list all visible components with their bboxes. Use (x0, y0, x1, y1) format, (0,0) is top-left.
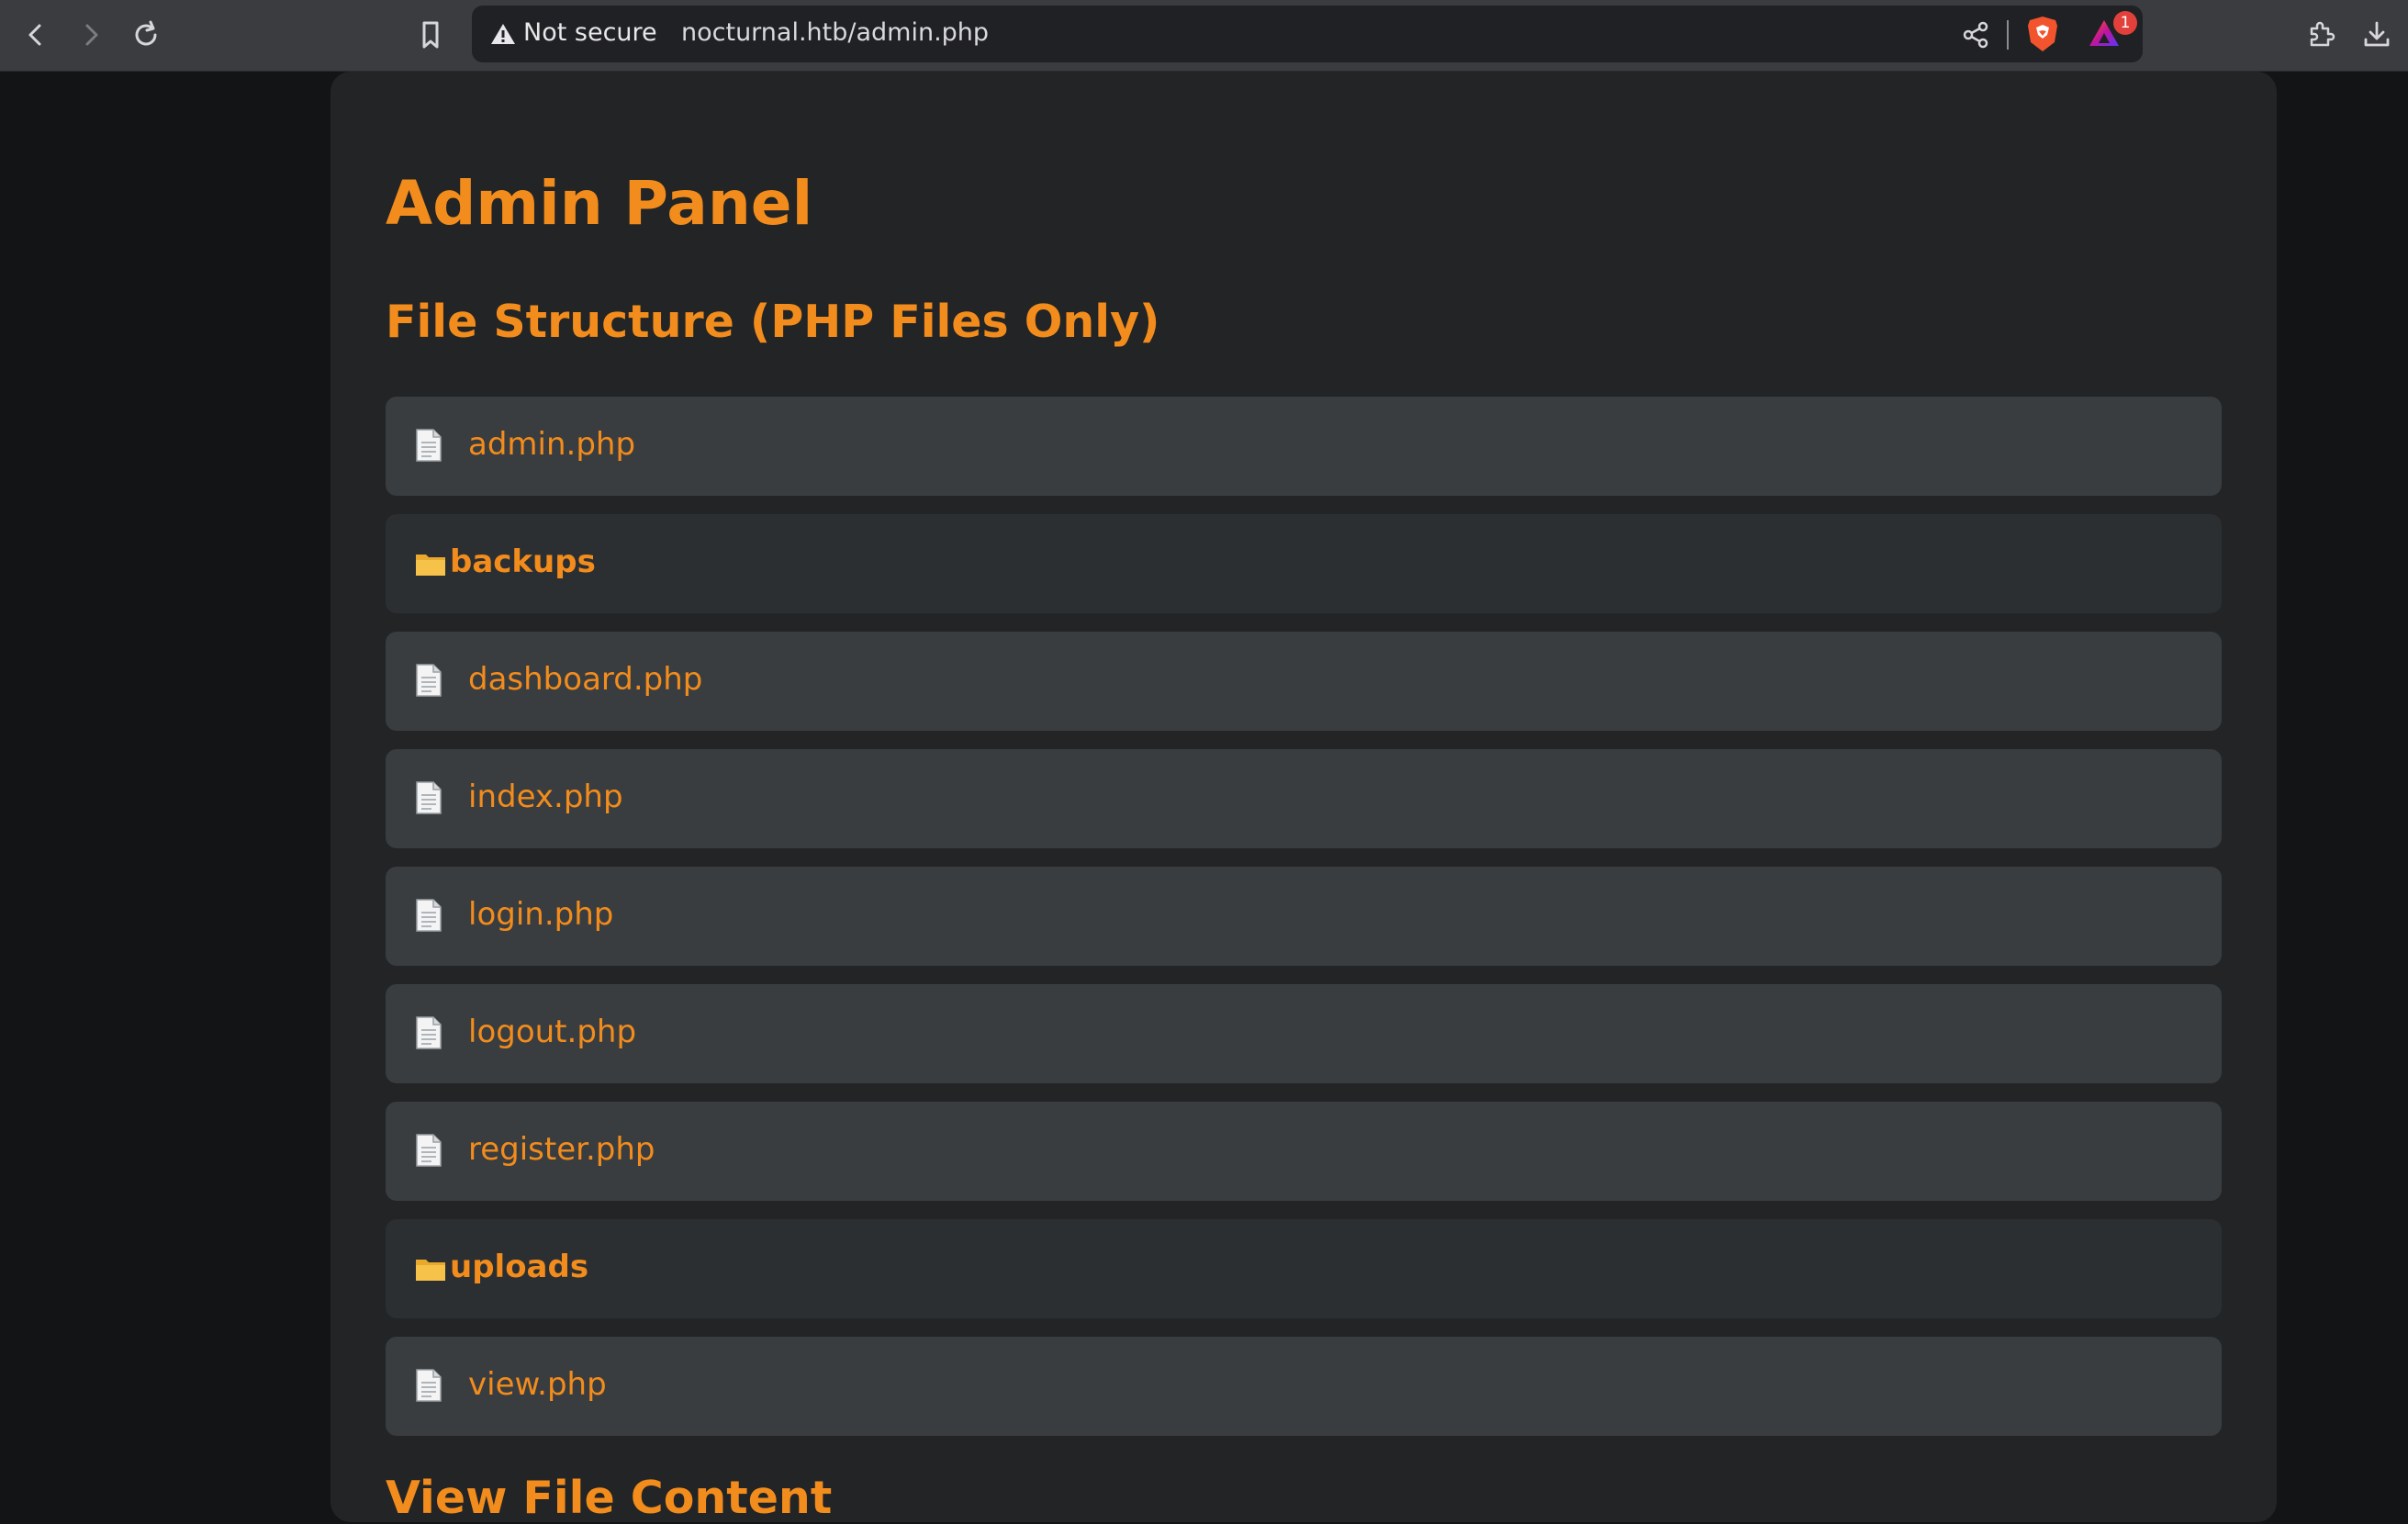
address-bar[interactable]: Not secure nocturnal.htb/admin.php 1 (472, 6, 2143, 62)
rewards-badge: 1 (2113, 11, 2137, 35)
file-link-view[interactable]: view.php (468, 1366, 607, 1403)
folder-label-backups[interactable]: backups (450, 543, 596, 580)
file-row-view[interactable]: view.php (386, 1337, 2222, 1436)
file-row-index[interactable]: index.php (386, 749, 2222, 848)
file-icon (416, 1134, 442, 1167)
browser-toolbar: Not secure nocturnal.htb/admin.php 1 (0, 0, 2408, 72)
file-row-admin[interactable]: admin.php (386, 397, 2222, 496)
bookmark-button[interactable] (408, 12, 454, 58)
downloads-button[interactable] (2354, 12, 2400, 58)
file-icon (416, 781, 442, 814)
forward-button[interactable] (68, 12, 114, 58)
file-link-dashboard[interactable]: dashboard.php (468, 661, 702, 698)
folder-row-uploads[interactable]: uploads (386, 1219, 2222, 1318)
file-icon (416, 429, 442, 462)
address-bar-divider (2007, 20, 2009, 50)
file-link-logout[interactable]: logout.php (468, 1014, 636, 1050)
security-indicator[interactable]: Not secure (523, 18, 657, 47)
view-file-content-heading: View File Content (386, 1472, 833, 1524)
file-row-dashboard[interactable]: dashboard.php (386, 632, 2222, 731)
folder-icon (416, 555, 445, 576)
admin-panel-container: Admin Panel File Structure (PHP Files On… (330, 72, 2277, 1524)
file-icon (416, 1369, 442, 1402)
download-icon (2364, 21, 2390, 47)
file-row-register[interactable]: register.php (386, 1102, 2222, 1201)
url-text[interactable]: nocturnal.htb/admin.php (681, 18, 989, 47)
forward-icon (85, 24, 98, 46)
file-icon (416, 1016, 442, 1049)
back-button[interactable] (13, 12, 59, 58)
reload-button[interactable] (123, 12, 169, 58)
file-link-index[interactable]: index.php (468, 779, 623, 815)
warning-icon (491, 24, 515, 44)
reload-icon (135, 20, 157, 46)
file-structure-heading: File Structure (PHP Files Only) (386, 296, 1160, 348)
brave-shield-icon[interactable] (2025, 15, 2060, 53)
folder-icon (416, 1260, 445, 1281)
file-list: admin.php backups dashboard.php index.ph… (386, 397, 2222, 1454)
file-icon (416, 664, 442, 697)
bookmark-icon (422, 21, 439, 49)
folder-label-uploads[interactable]: uploads (450, 1249, 588, 1285)
file-row-logout[interactable]: logout.php (386, 984, 2222, 1083)
file-link-login[interactable]: login.php (468, 896, 613, 933)
file-link-register[interactable]: register.php (468, 1131, 655, 1168)
file-icon (416, 899, 442, 932)
folder-row-backups[interactable]: backups (386, 514, 2222, 613)
share-icon[interactable] (1961, 20, 1990, 50)
file-row-login[interactable]: login.php (386, 867, 2222, 966)
back-icon (28, 24, 41, 46)
extensions-button[interactable] (2299, 12, 2345, 58)
extensions-icon (2310, 21, 2335, 47)
page-viewport: Admin Panel File Structure (PHP Files On… (0, 72, 2408, 1524)
file-link-admin[interactable]: admin.php (468, 426, 635, 463)
page-title: Admin Panel (386, 168, 813, 239)
